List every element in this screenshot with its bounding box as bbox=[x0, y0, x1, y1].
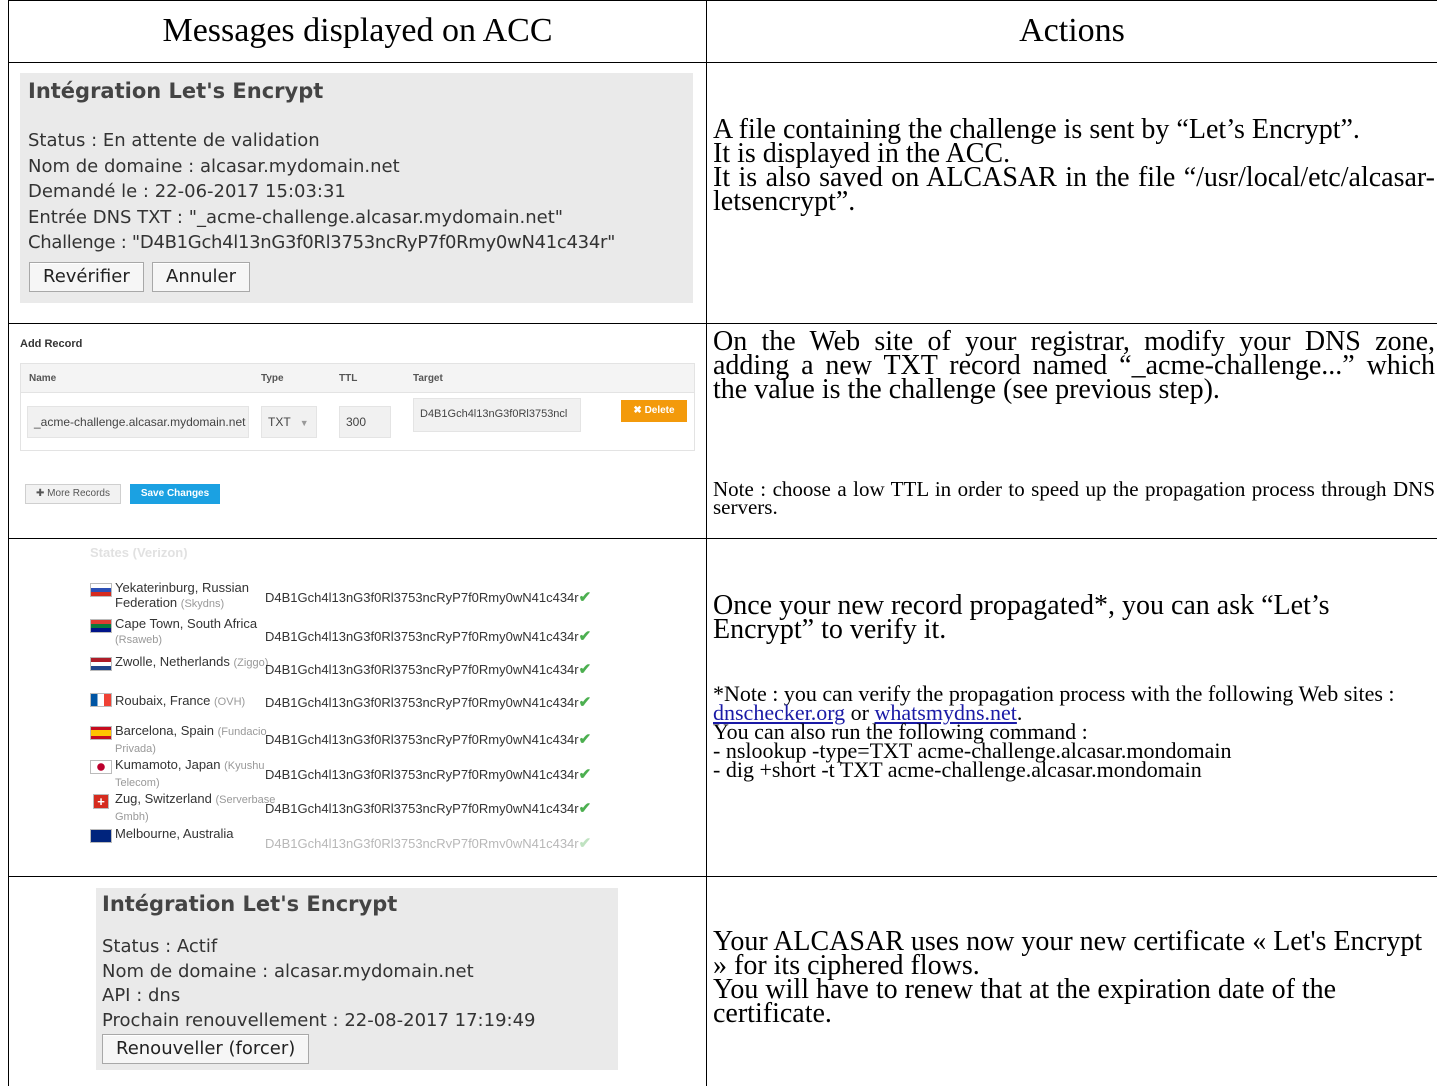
panel-title: Intégration Let's Encrypt bbox=[28, 79, 324, 103]
letsencrypt-active-panel: Intégration Let's Encrypt Status : Actif… bbox=[96, 888, 618, 1070]
check-icon: ✔ bbox=[578, 835, 592, 848]
action-text: You will have to renew that at the expir… bbox=[713, 974, 1337, 1029]
check-icon: ✔ bbox=[578, 731, 592, 748]
server-location: Zug, Switzerland (Serverbase Gmbh) bbox=[115, 791, 276, 823]
server-location: Cape Town, South Africa (Rsaweb) bbox=[115, 616, 258, 646]
col-target: Target bbox=[413, 373, 443, 384]
netherlands-flag-icon bbox=[90, 657, 112, 671]
action-row2-note: Note : choose a low TTL in order to spee… bbox=[713, 477, 1435, 519]
record-target-input[interactable]: D4B1Gch4l13nG3f0Rl3753ncl bbox=[413, 398, 581, 432]
south-africa-flag-icon bbox=[90, 619, 112, 633]
server-location: Roubaix, France (OVH) bbox=[115, 693, 246, 708]
txt-value: D4B1Gch4l13nG3f0Rl3753ncRyP7f0Rmy0wN41c4… bbox=[265, 800, 592, 817]
russia-flag-icon bbox=[90, 583, 112, 597]
txt-value: D4B1Gch4l13nG3f0Rl3753ncRyP7f0Rmy0wN41c4… bbox=[265, 731, 592, 748]
txt-value: D4B1Gch4l13nG3f0Rl3753ncRyP7f0Rmy0wN41c4… bbox=[265, 589, 592, 606]
chevron-down-icon: ▼ bbox=[299, 418, 309, 428]
command-line: - dig +short -t TXT acme-challenge.alcas… bbox=[713, 757, 1202, 782]
txt-value: D4B1Gch4l13nG3f0Rl3753ncRyP7f0Rmy0wN41c4… bbox=[265, 766, 592, 783]
record-ttl-input[interactable]: 300 bbox=[339, 406, 391, 438]
type-value: TXT bbox=[268, 415, 291, 429]
api-line: API : dns bbox=[102, 985, 181, 1006]
status-line: Status : Actif bbox=[102, 936, 218, 957]
record-name-input[interactable]: _acme-challenge.alcasar.mydomain.net bbox=[27, 406, 249, 438]
txt-value: D4B1Gch4l13nG3f0Rl3753ncRyP7f0Rmy0wN41c4… bbox=[265, 834, 591, 848]
record-type-select[interactable]: TXT ▼ bbox=[261, 406, 317, 438]
server-location: Melbourne, Australia bbox=[115, 826, 234, 841]
domain-line: Nom de domaine : alcasar.mydomain.net bbox=[28, 155, 400, 177]
check-icon: ✔ bbox=[578, 800, 592, 817]
renew-force-button[interactable]: Renouveller (forcer) bbox=[102, 1034, 310, 1064]
action-row2: On the Web site of your registrar, modif… bbox=[713, 326, 1435, 405]
save-changes-button[interactable]: Save Changes bbox=[130, 484, 220, 504]
txt-value: D4B1Gch4l13nG3f0Rl3753ncRyP7f0Rmy0wN41c4… bbox=[265, 661, 592, 678]
status-line: Status : En attente de validation bbox=[28, 130, 320, 151]
japan-flag-icon bbox=[90, 760, 112, 774]
delete-record-button[interactable]: ✖ Delete bbox=[621, 400, 687, 422]
check-icon: ✔ bbox=[578, 628, 592, 645]
col-ttl: TTL bbox=[339, 373, 358, 384]
records-table: Name Type TTL Target _acme-challenge.alc… bbox=[20, 363, 695, 451]
server-location: Yekaterinburg, Russian Federation (Skydn… bbox=[115, 580, 249, 610]
recheck-button[interactable]: Revérifier bbox=[29, 262, 144, 292]
renewal-line: Prochain renouvellement : 22-08-2017 17:… bbox=[102, 1009, 536, 1031]
server-location: States (Verizon) bbox=[90, 548, 188, 560]
action-text: It is also saved on ALCASAR in the file … bbox=[713, 162, 1435, 217]
header-messages: Messages displayed on ACC bbox=[162, 12, 553, 49]
switzerland-flag-icon: + bbox=[93, 794, 109, 809]
letsencrypt-pending-panel: Intégration Let's Encrypt Status : En at… bbox=[20, 73, 693, 303]
cancel-button[interactable]: Annuler bbox=[152, 262, 251, 292]
header-actions: Actions bbox=[1019, 12, 1125, 49]
server-location: Zwolle, Netherlands (Ziggo) bbox=[115, 654, 269, 669]
col-name: Name bbox=[29, 373, 57, 384]
form-title: Add Record bbox=[20, 338, 83, 350]
server-location: Kumamoto, Japan (Kyushu Telecom) bbox=[115, 757, 265, 789]
check-icon: ✔ bbox=[578, 589, 592, 606]
action-text: Your ALCASAR uses now your new certifica… bbox=[713, 926, 1423, 981]
action-text: On the Web site of your registrar, modif… bbox=[713, 326, 1435, 405]
col-type: Type bbox=[261, 373, 284, 384]
action-text: Once your new record propagated*, you ca… bbox=[713, 590, 1330, 645]
dns-txt-line: Entrée DNS TXT : "_acme-challenge.alcasa… bbox=[28, 206, 564, 228]
action-row4: Your ALCASAR uses now your new certifica… bbox=[713, 926, 1435, 1029]
spain-flag-icon bbox=[90, 726, 112, 740]
action-row3-note: *Note : you can verify the propagation p… bbox=[713, 683, 1435, 782]
action-row1: A file containing the challenge is sent … bbox=[713, 116, 1435, 217]
check-icon: ✔ bbox=[578, 694, 592, 711]
panel-title: Intégration Let's Encrypt bbox=[102, 892, 398, 916]
challenge-line: Challenge : "D4B1Gch4l13nG3f0Rl3753ncRyP… bbox=[28, 232, 616, 253]
txt-value: D4B1Gch4l13nG3f0Rl3753ncRyP7f0Rmy0wN41c4… bbox=[265, 694, 592, 711]
domain-line: Nom de domaine : alcasar.mydomain.net bbox=[102, 960, 474, 982]
france-flag-icon bbox=[90, 693, 112, 707]
server-location: Barcelona, Spain (Fundacio Privada) bbox=[115, 723, 267, 755]
check-icon: ✔ bbox=[578, 661, 592, 678]
check-icon: ✔ bbox=[578, 766, 592, 783]
australia-flag-icon bbox=[90, 829, 112, 843]
dns-propagation-list: States (Verizon) Yekaterinburg, Russian … bbox=[90, 548, 650, 848]
more-records-button[interactable]: ✚ More Records bbox=[25, 484, 121, 504]
list-item: States (Verizon) bbox=[90, 548, 650, 562]
dns-add-record-form: Add Record Name Type TTL Target _acme-ch… bbox=[20, 333, 700, 523]
txt-value: D4B1Gch4l13nG3f0Rl3753ncRyP7f0Rmy0wN41c4… bbox=[265, 628, 592, 645]
action-row3: Once your new record propagated*, you ca… bbox=[713, 590, 1435, 645]
requested-line: Demandé le : 22-06-2017 15:03:31 bbox=[28, 181, 346, 202]
table-header: Name Type TTL Target bbox=[21, 364, 694, 393]
